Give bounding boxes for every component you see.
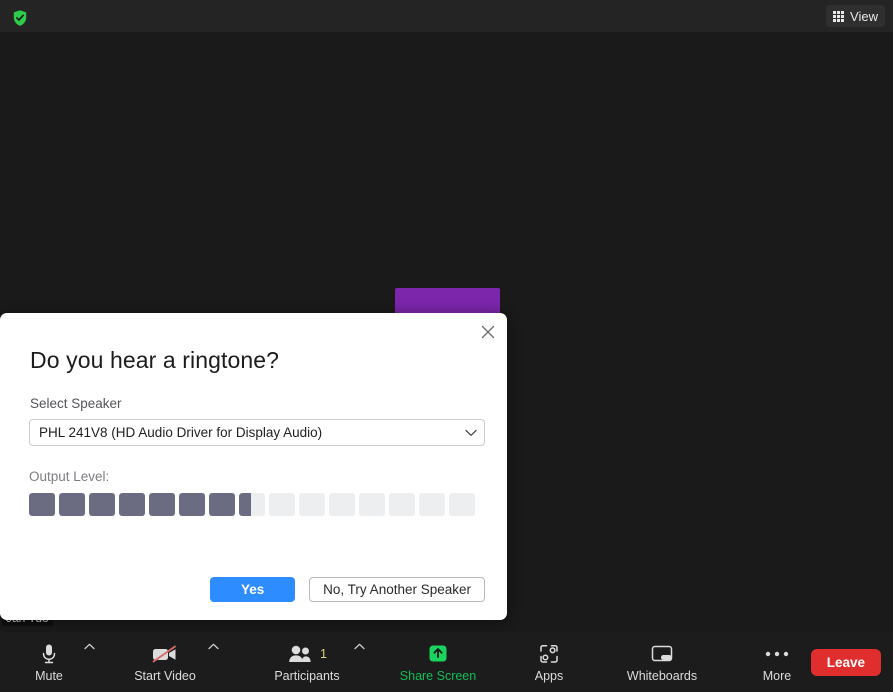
mute-button[interactable]: Mute <box>18 642 80 683</box>
audio-options-caret[interactable] <box>80 637 98 687</box>
output-level-segment <box>449 493 475 516</box>
microphone-icon <box>38 642 60 666</box>
speaker-select[interactable]: PHL 241V8 (HD Audio Driver for Display A… <box>29 419 485 446</box>
participants-icon: 1 <box>287 642 327 666</box>
output-level-segment <box>119 493 145 516</box>
output-level-segment <box>419 493 445 516</box>
video-off-icon <box>150 642 180 666</box>
chevron-down-icon <box>458 429 484 437</box>
view-button[interactable]: View <box>826 5 885 27</box>
output-level-meter <box>29 493 475 516</box>
dialog-actions: Yes No, Try Another Speaker <box>0 577 507 602</box>
output-level-segment <box>179 493 205 516</box>
output-level-segment <box>89 493 115 516</box>
output-level-segment <box>59 493 85 516</box>
output-level-label: Output Level: <box>29 469 110 484</box>
apps-button[interactable]: Apps <box>518 642 580 683</box>
output-level-segment <box>209 493 235 516</box>
participants-label: Participants <box>274 668 340 683</box>
participants-count: 1 <box>320 646 327 661</box>
participants-button[interactable]: 1 Participants <box>264 642 350 683</box>
start-video-label: Start Video <box>134 668 196 683</box>
share-screen-label: Share Screen <box>399 668 477 683</box>
mute-label: Mute <box>35 668 63 683</box>
zoom-meeting-window: View Jan Tuo Do you hear a ringtone? Sel… <box>0 0 893 692</box>
more-dots-icon <box>764 642 790 666</box>
output-level-segment <box>149 493 175 516</box>
shield-check-icon[interactable] <box>11 9 29 27</box>
apps-icon <box>538 642 560 666</box>
meeting-toolbar: Mute Start Video 1 Participants Share Sc… <box>0 632 893 692</box>
video-options-caret[interactable] <box>204 637 222 687</box>
output-level-segment <box>29 493 55 516</box>
try-another-speaker-button[interactable]: No, Try Another Speaker <box>309 577 485 602</box>
whiteboards-button[interactable]: Whiteboards <box>616 642 708 683</box>
view-button-label: View <box>850 8 878 24</box>
more-button[interactable]: More <box>746 642 808 683</box>
participants-options-caret[interactable] <box>350 637 368 687</box>
yes-button[interactable]: Yes <box>210 577 296 602</box>
top-bar: View <box>0 0 893 32</box>
grid-icon <box>833 10 845 22</box>
output-level-segment <box>299 493 325 516</box>
output-level-segment <box>389 493 415 516</box>
share-screen-icon <box>424 642 452 666</box>
whiteboard-icon <box>649 642 675 666</box>
share-screen-button[interactable]: Share Screen <box>396 642 480 683</box>
output-level-segment <box>329 493 355 516</box>
output-level-segment <box>239 493 265 516</box>
more-label: More <box>762 668 792 683</box>
dialog-title: Do you hear a ringtone? <box>30 347 280 373</box>
close-icon[interactable] <box>475 319 501 345</box>
whiteboards-label: Whiteboards <box>626 668 698 683</box>
speaker-select-value: PHL 241V8 (HD Audio Driver for Display A… <box>39 425 323 440</box>
start-video-button[interactable]: Start Video <box>126 642 204 683</box>
apps-label: Apps <box>534 668 564 683</box>
output-level-segment <box>359 493 385 516</box>
output-level-segment <box>269 493 295 516</box>
leave-button[interactable]: Leave <box>810 649 881 676</box>
select-speaker-label: Select Speaker <box>30 396 122 411</box>
speaker-test-dialog: Do you hear a ringtone? Select Speaker P… <box>0 313 507 620</box>
